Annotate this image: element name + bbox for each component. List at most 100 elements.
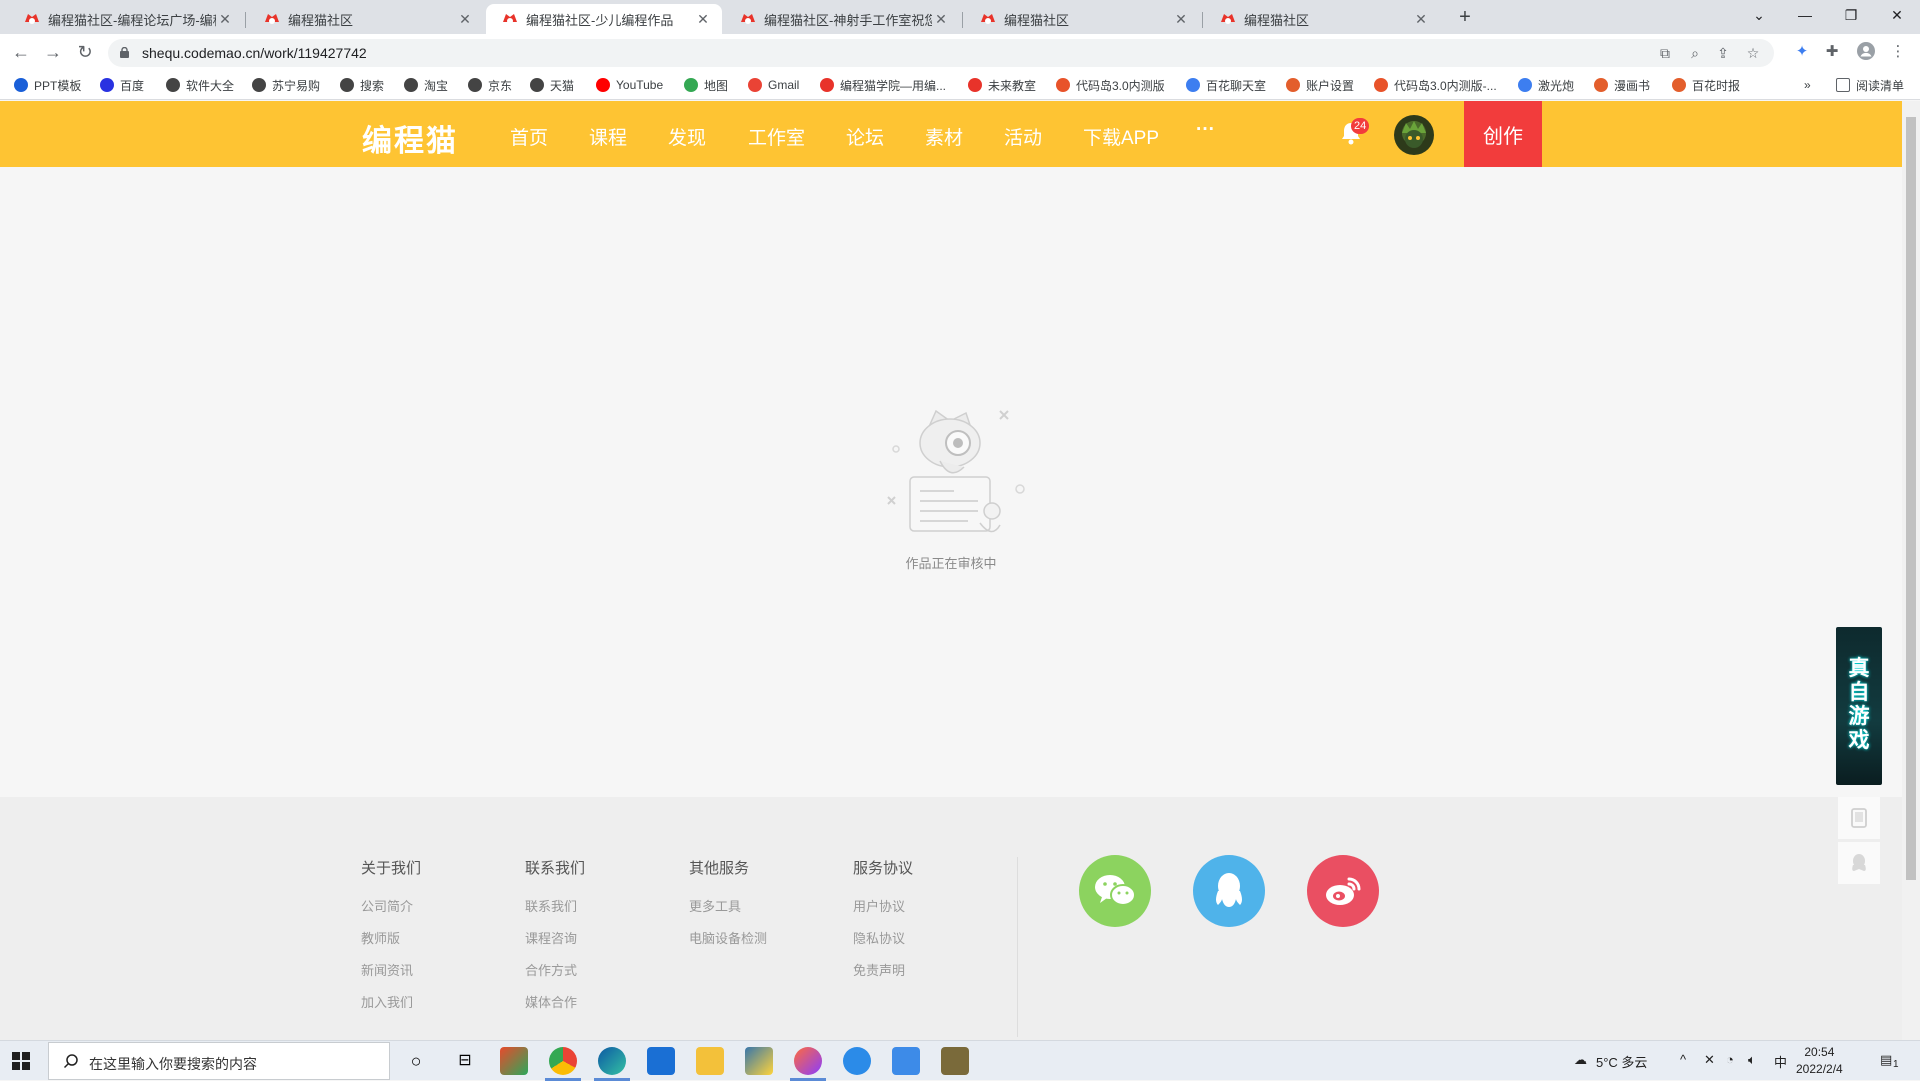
avatar[interactable]	[1394, 115, 1434, 155]
wechat-button[interactable]	[1079, 855, 1151, 927]
bookmark-item[interactable]: YouTube	[596, 76, 663, 94]
bookmark-item[interactable]: 未来教室	[968, 76, 1036, 94]
nav-studio[interactable]: 工作室	[748, 123, 805, 150]
browser-tab-active[interactable]: 编程猫社区-少儿编程作品 ✕	[486, 4, 722, 34]
close-tab-icon[interactable]: ✕	[932, 11, 950, 28]
reading-list[interactable]: 阅读清单	[1836, 76, 1904, 94]
bookmark-item[interactable]: 代码岛3.0内测版	[1056, 76, 1165, 94]
nav-courses[interactable]: 课程	[589, 123, 627, 150]
close-tab-icon[interactable]: ✕	[216, 11, 234, 28]
network-icon[interactable]: ◔	[1726, 1052, 1734, 1067]
footer-link[interactable]: 用户协议	[853, 896, 913, 915]
bookmark-item[interactable]: 京东	[468, 76, 512, 94]
task-view-icon[interactable]: ⊟	[451, 1047, 479, 1075]
nav-materials[interactable]: 素材	[925, 123, 963, 150]
scrollbar-thumb[interactable]	[1906, 117, 1916, 880]
puzzle-extensions-icon[interactable]: ✚	[1822, 42, 1842, 62]
extension-icon[interactable]: ✦	[1792, 42, 1812, 62]
qq-service-button[interactable]	[1838, 842, 1880, 884]
minimize-icon[interactable]: —	[1782, 0, 1828, 30]
tray-app-icon[interactable]: ✕	[1704, 1052, 1715, 1068]
app-icon-paint[interactable]	[500, 1047, 528, 1075]
footer-link[interactable]: 隐私协议	[853, 928, 913, 947]
taskbar-search-input[interactable]: 在这里输入你要搜索的内容	[48, 1042, 390, 1080]
bookmark-item[interactable]: PPT模板	[14, 76, 81, 94]
close-tab-icon[interactable]: ✕	[1412, 11, 1430, 28]
browser-tab[interactable]: 编程猫社区-神射手工作室祝您虎 ✕	[724, 4, 960, 34]
game-promo-banner[interactable]: 真 自 游 戏	[1836, 627, 1882, 785]
windows-start-icon[interactable]	[12, 1052, 30, 1070]
bookmark-item[interactable]: 淘宝	[404, 76, 448, 94]
weather-icon[interactable]: ☁	[1574, 1052, 1587, 1068]
close-tab-icon[interactable]: ✕	[456, 11, 474, 28]
footer-link[interactable]: 新闻资讯	[361, 960, 421, 979]
bookmark-item[interactable]: 账户设置	[1286, 76, 1354, 94]
nav-download-app[interactable]: 下载APP	[1083, 123, 1159, 150]
close-tab-icon[interactable]: ✕	[694, 11, 712, 28]
app-icon-mail[interactable]	[892, 1047, 920, 1075]
translate-icon[interactable]: ⧉	[1656, 44, 1674, 62]
bookmark-item[interactable]: 百度	[100, 76, 144, 94]
back-icon[interactable]: ←	[10, 41, 32, 63]
bookmark-item[interactable]: 地图	[684, 76, 728, 94]
bookmark-item[interactable]: 百花时报	[1672, 76, 1740, 94]
nav-more[interactable]: ···	[1196, 119, 1215, 141]
qq-button[interactable]	[1193, 855, 1265, 927]
restore-icon[interactable]: ❐	[1828, 0, 1874, 30]
footer-link[interactable]: 更多工具	[689, 896, 767, 915]
footer-link[interactable]: 联系我们	[525, 896, 585, 915]
tray-chevron-icon[interactable]: ^	[1680, 1052, 1686, 1067]
create-button[interactable]: 创作	[1464, 101, 1542, 167]
bookmark-item[interactable]: 激光炮	[1518, 76, 1574, 94]
bookmark-item[interactable]: 编程猫学院—用编...	[820, 76, 946, 94]
weibo-button[interactable]	[1307, 855, 1379, 927]
nav-events[interactable]: 活动	[1004, 123, 1042, 150]
close-tab-icon[interactable]: ✕	[1172, 11, 1190, 28]
bookmark-item[interactable]: 苏宁易购	[252, 76, 320, 94]
app-icon-flame[interactable]	[794, 1047, 822, 1075]
footer-link[interactable]: 公司简介	[361, 896, 421, 915]
browser-tab[interactable]: 编程猫社区 ✕	[964, 4, 1200, 34]
bookmark-item[interactable]: 软件大全	[166, 76, 234, 94]
nav-discover[interactable]: 发现	[668, 123, 706, 150]
python-icon[interactable]	[745, 1047, 773, 1075]
bookmark-item[interactable]: 天猫	[530, 76, 574, 94]
site-logo[interactable]: 编程猫	[362, 116, 458, 160]
address-bar[interactable]: shequ.codemao.cn/work/119427742 ⧉ ⌕ ⇪ ☆	[108, 39, 1774, 67]
footer-link[interactable]: 免责声明	[853, 960, 913, 979]
share-icon[interactable]: ⇪	[1714, 44, 1732, 62]
new-tab-icon[interactable]: +	[1452, 6, 1478, 29]
file-explorer-icon[interactable]	[696, 1047, 724, 1075]
footer-link[interactable]: 电脑设备检测	[689, 928, 767, 947]
tab-search-icon[interactable]: ⌄	[1736, 0, 1782, 30]
menu-kebab-icon[interactable]: ⋮	[1888, 42, 1908, 62]
volume-icon[interactable]: 🔈︎	[1748, 1052, 1756, 1068]
taskbar-clock[interactable]: 20:54 2022/2/4	[1796, 1044, 1843, 1078]
footer-link[interactable]: 课程咨询	[525, 928, 585, 947]
footer-link[interactable]: 加入我们	[361, 992, 421, 1011]
url-text[interactable]: shequ.codemao.cn/work/119427742	[142, 45, 367, 61]
bookmarks-overflow-icon[interactable]: »	[1804, 76, 1811, 94]
action-center-icon[interactable]: ▤	[1880, 1052, 1892, 1068]
edge-icon[interactable]	[598, 1047, 626, 1075]
bookmark-item[interactable]: 代码岛3.0内测版-...	[1374, 76, 1497, 94]
app-icon-game[interactable]	[941, 1047, 969, 1075]
app-icon-editor[interactable]	[647, 1047, 675, 1075]
app-icon-blue[interactable]	[843, 1047, 871, 1075]
forward-icon[interactable]: →	[42, 41, 64, 63]
bookmark-item[interactable]: 漫画书	[1594, 76, 1650, 94]
nav-forum[interactable]: 论坛	[846, 123, 884, 150]
footer-link[interactable]: 媒体合作	[525, 992, 585, 1011]
zoom-icon[interactable]: ⌕	[1686, 44, 1704, 62]
page-scrollbar[interactable]	[1902, 101, 1920, 1040]
bookmark-star-icon[interactable]: ☆	[1744, 44, 1762, 62]
nav-home[interactable]: 首页	[510, 123, 548, 150]
cortana-icon[interactable]: ○	[402, 1047, 430, 1075]
close-window-icon[interactable]: ✕	[1874, 0, 1920, 30]
bookmark-item[interactable]: 百花聊天室	[1186, 76, 1266, 94]
weather-text[interactable]: 5°C 多云	[1596, 1052, 1647, 1071]
footer-link[interactable]: 合作方式	[525, 960, 585, 979]
bookmark-item[interactable]: Gmail	[748, 76, 799, 94]
footer-link[interactable]: 教师版	[361, 928, 421, 947]
mobile-app-button[interactable]	[1838, 797, 1880, 839]
